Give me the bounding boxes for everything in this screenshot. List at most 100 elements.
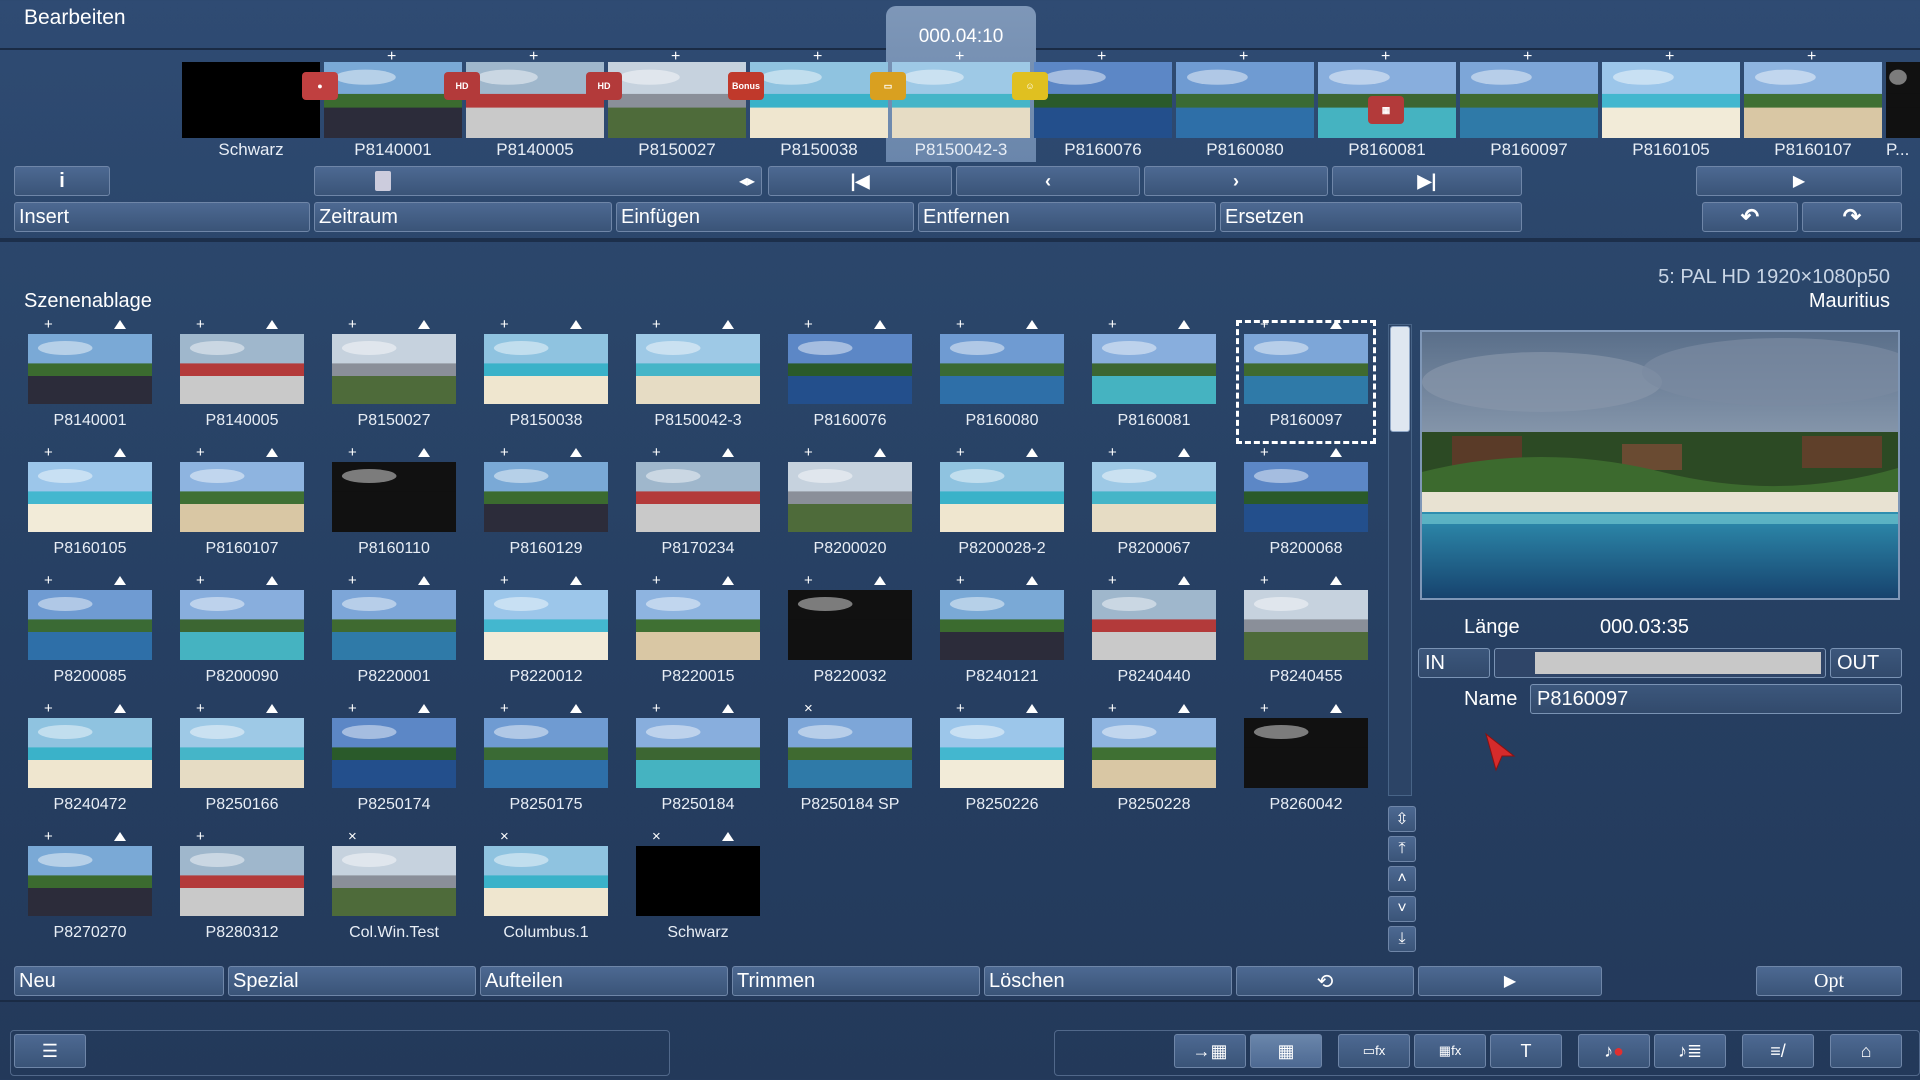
transition-marker-icon[interactable]: + bbox=[1381, 48, 1390, 66]
timeline-clip[interactable]: P8160097 + bbox=[1460, 48, 1598, 162]
page-arrows-icon[interactable]: ⇳ bbox=[1388, 806, 1416, 832]
timeline-clip[interactable]: P... bbox=[1886, 62, 1920, 162]
hd-transition-icon[interactable]: HD bbox=[586, 72, 622, 100]
add-scene-icon[interactable]: + bbox=[196, 444, 205, 461]
undo-button[interactable]: ↶ bbox=[1702, 202, 1798, 232]
add-scene-icon[interactable]: + bbox=[44, 316, 53, 333]
audio-list-button[interactable]: ♪≣ bbox=[1654, 1034, 1726, 1068]
scene-tile[interactable]: + P8160076 bbox=[780, 316, 920, 444]
einfuegen-button[interactable]: Einfügen bbox=[616, 202, 914, 232]
add-scene-icon[interactable]: + bbox=[44, 444, 53, 461]
scroll-up-button[interactable]: ˄ bbox=[1388, 866, 1416, 892]
scene-tile[interactable]: + P8250184 bbox=[628, 700, 768, 828]
trim-range-bar[interactable] bbox=[1494, 648, 1826, 678]
scene-tile[interactable]: + P8200085 bbox=[20, 572, 160, 700]
smiley-transition-icon[interactable]: ☺ bbox=[1012, 72, 1048, 100]
add-scene-icon[interactable]: + bbox=[1108, 700, 1117, 717]
scene-tile[interactable]: + P8240121 bbox=[932, 572, 1072, 700]
bonus-transition-icon[interactable]: Bonus bbox=[728, 72, 764, 100]
add-scene-icon[interactable]: + bbox=[196, 700, 205, 717]
scene-tile[interactable]: + P8250228 bbox=[1084, 700, 1224, 828]
scene-tile[interactable]: × Col.Win.Test bbox=[324, 828, 464, 956]
scene-tile[interactable]: + P8240472 bbox=[20, 700, 160, 828]
timeline-clip[interactable]: P8160105 + bbox=[1602, 48, 1740, 162]
add-scene-icon[interactable]: + bbox=[652, 700, 661, 717]
first-scene-button[interactable]: |◀ bbox=[768, 166, 952, 196]
add-scene-icon[interactable]: + bbox=[348, 572, 357, 589]
add-scene-icon[interactable]: + bbox=[804, 316, 813, 333]
add-scene-icon[interactable]: + bbox=[500, 700, 509, 717]
timeline-clip[interactable]: P8140005 + bbox=[466, 48, 604, 162]
scene-tile[interactable]: + P8140001 bbox=[20, 316, 160, 444]
info-button[interactable]: i bbox=[14, 166, 110, 196]
scene-tile[interactable]: + P8160097 bbox=[1236, 316, 1376, 444]
neu-button[interactable]: Neu bbox=[14, 966, 224, 996]
scene-tile[interactable]: + P8200090 bbox=[172, 572, 312, 700]
add-scene-icon[interactable]: + bbox=[348, 316, 357, 333]
add-scene-icon[interactable]: + bbox=[196, 572, 205, 589]
transition-marker-icon[interactable]: + bbox=[671, 48, 680, 66]
unused-mark-icon[interactable]: × bbox=[348, 828, 357, 845]
transition-marker-icon[interactable]: + bbox=[1097, 48, 1106, 66]
redo-button[interactable]: ↷ bbox=[1802, 202, 1902, 232]
transition-marker-icon[interactable]: + bbox=[529, 48, 538, 66]
add-scene-icon[interactable]: + bbox=[348, 700, 357, 717]
play-button[interactable]: ▶ bbox=[1696, 166, 1902, 196]
timeline-clip[interactable]: P8160080 + bbox=[1176, 48, 1314, 162]
previous-scene-button[interactable]: ‹ bbox=[956, 166, 1140, 196]
add-scene-icon[interactable]: + bbox=[956, 572, 965, 589]
scene-tile[interactable]: + P8200028-2 bbox=[932, 444, 1072, 572]
transition-marker-icon[interactable]: + bbox=[955, 48, 964, 66]
scene-tile[interactable]: + P8250174 bbox=[324, 700, 464, 828]
scene-tile[interactable]: + P8160110 bbox=[324, 444, 464, 572]
add-scene-icon[interactable]: + bbox=[1108, 444, 1117, 461]
trimmen-button[interactable]: Trimmen bbox=[732, 966, 980, 996]
add-scene-icon[interactable]: + bbox=[652, 316, 661, 333]
timeline-clip[interactable]: P8140001 + bbox=[324, 48, 462, 162]
transition-marker-icon[interactable]: + bbox=[1807, 48, 1816, 66]
slide-transition-icon[interactable]: ▭ bbox=[870, 72, 906, 100]
transition-marker-icon[interactable]: + bbox=[813, 48, 822, 66]
timeline-clip[interactable]: P8160107 + bbox=[1744, 48, 1882, 162]
add-scene-icon[interactable]: + bbox=[956, 700, 965, 717]
in-button[interactable]: IN bbox=[1418, 648, 1490, 678]
scene-tile[interactable]: + P8250226 bbox=[932, 700, 1072, 828]
scene-name-field[interactable]: P8160097 bbox=[1530, 684, 1902, 714]
ersetzen-button[interactable]: Ersetzen bbox=[1220, 202, 1522, 232]
scene-tile[interactable]: + P8150038 bbox=[476, 316, 616, 444]
scene-tile[interactable]: + P8200067 bbox=[1084, 444, 1224, 572]
scene-tile[interactable]: + P8200020 bbox=[780, 444, 920, 572]
scene-tile[interactable]: + P8150027 bbox=[324, 316, 464, 444]
scene-tile[interactable]: + P8220001 bbox=[324, 572, 464, 700]
timeline-clip[interactable]: Schwarz bbox=[182, 62, 320, 162]
audio-record-button[interactable]: ♪● bbox=[1578, 1034, 1650, 1068]
scene-tile[interactable]: + P8240455 bbox=[1236, 572, 1376, 700]
add-scene-icon[interactable]: + bbox=[500, 444, 509, 461]
scene-tile[interactable]: + P8220032 bbox=[780, 572, 920, 700]
add-scene-icon[interactable]: + bbox=[652, 572, 661, 589]
next-scene-button[interactable]: › bbox=[1144, 166, 1328, 196]
add-scene-icon[interactable]: + bbox=[956, 444, 965, 461]
scene-tile[interactable]: + P8160081 bbox=[1084, 316, 1224, 444]
timeline-scrollbar[interactable]: ◂▸ bbox=[314, 166, 762, 196]
add-scene-icon[interactable]: + bbox=[652, 444, 661, 461]
transition-marker-icon[interactable]: + bbox=[1523, 48, 1532, 66]
scroll-thumb[interactable] bbox=[375, 171, 391, 191]
scene-tile[interactable]: + P8240440 bbox=[1084, 572, 1224, 700]
add-scene-icon[interactable]: + bbox=[1260, 572, 1269, 589]
transition-fx-button[interactable]: ▭fx bbox=[1338, 1034, 1410, 1068]
scene-tile[interactable]: + P8270270 bbox=[20, 828, 160, 956]
add-scene-icon[interactable]: + bbox=[1260, 700, 1269, 717]
add-scene-icon[interactable]: + bbox=[804, 444, 813, 461]
unused-mark-icon[interactable]: × bbox=[500, 828, 509, 845]
add-scene-icon[interactable]: + bbox=[1108, 572, 1117, 589]
add-scene-icon[interactable]: + bbox=[804, 572, 813, 589]
unused-mark-icon[interactable]: × bbox=[652, 828, 661, 845]
timeline-clip[interactable]: P8150038 + bbox=[750, 48, 888, 162]
add-scene-icon[interactable]: + bbox=[44, 572, 53, 589]
options-button[interactable]: Opt bbox=[1756, 966, 1902, 996]
scene-tile[interactable]: + P8200068 bbox=[1236, 444, 1376, 572]
scene-tile[interactable]: + P8260042 bbox=[1236, 700, 1376, 828]
transition-marker-icon[interactable]: + bbox=[1665, 48, 1674, 66]
scene-tile[interactable]: + P8280312 bbox=[172, 828, 312, 956]
